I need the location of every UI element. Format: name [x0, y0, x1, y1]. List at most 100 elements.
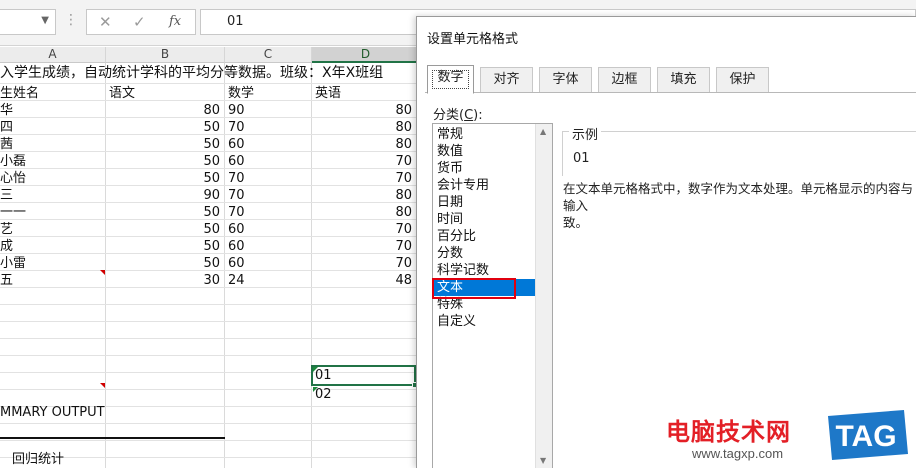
spreadsheet-grid[interactable]: 入学生成绩，自动统计学科的平均分等数据。班级：X年X班组 生姓名 语文 数学 英… [0, 63, 420, 468]
tab-protection[interactable]: 保护 [716, 67, 769, 92]
table-cell[interactable]: 70 [228, 187, 308, 204]
category-scrollbar[interactable]: ▲ ▼ [535, 124, 552, 468]
formula-bar-separator: ⋮ [64, 12, 78, 28]
category-item[interactable]: 会计专用 [434, 177, 537, 194]
sample-value: 01 [573, 151, 590, 166]
table-border [0, 437, 225, 439]
cell-d-02[interactable]: 02 [315, 386, 332, 403]
table-cell[interactable]: 60 [228, 221, 308, 238]
table-cell[interactable]: 60 [228, 136, 308, 153]
table-cell[interactable]: 80 [312, 136, 412, 153]
category-item[interactable]: 常规 [434, 126, 537, 143]
table-cell[interactable]: 60 [228, 238, 308, 255]
dialog-title: 设置单元格格式 [427, 32, 519, 47]
header-name-cell[interactable]: 生姓名 [0, 85, 39, 102]
check-icon[interactable]: ✓ [133, 13, 146, 31]
column-header-a[interactable]: A [0, 47, 106, 63]
table-cell[interactable]: 80 [312, 102, 412, 119]
table-cell[interactable]: 70 [228, 119, 308, 136]
table-cell[interactable]: 70 [312, 170, 412, 187]
name-box[interactable]: ▼ [0, 9, 56, 35]
format-cells-dialog: 设置单元格格式 数字 对齐 字体 边框 填充 保护 分类(C): 常规 数值 货币会… [416, 16, 916, 468]
table-cell[interactable]: 50 [106, 255, 220, 272]
table-cell[interactable]: 一一 [0, 204, 100, 221]
cancel-icon[interactable]: ✕ [99, 13, 112, 31]
table-cell[interactable]: 成 [0, 238, 100, 255]
table-cell[interactable]: 五 [0, 272, 100, 289]
category-item[interactable]: 自定义 [434, 313, 537, 330]
table-cell[interactable]: 30 [106, 272, 220, 289]
category-label-text: 分类( [433, 108, 465, 123]
grid-line [0, 321, 420, 322]
category-label-key: C [464, 108, 474, 123]
watermark-site-name: 电脑技术网 [666, 418, 791, 446]
category-item[interactable]: 百分比 [434, 228, 537, 245]
table-cell[interactable]: 华 [0, 102, 100, 119]
table-cell[interactable]: 90 [106, 187, 220, 204]
tab-alignment-label: 对齐 [493, 72, 520, 87]
table-cell[interactable]: 茜 [0, 136, 100, 153]
table-cell[interactable]: 70 [312, 153, 412, 170]
table-cell[interactable]: 48 [312, 272, 412, 289]
table-cell[interactable]: 70 [228, 170, 308, 187]
category-item[interactable]: 日期 [434, 194, 537, 211]
table-cell[interactable]: 70 [312, 255, 412, 272]
table-cell[interactable]: 50 [106, 153, 220, 170]
category-item[interactable]: 数值 [434, 143, 537, 160]
table-cell[interactable]: 80 [106, 102, 220, 119]
table-cell[interactable]: 小雷 [0, 255, 100, 272]
table-cell[interactable]: 70 [312, 221, 412, 238]
column-header-c[interactable]: C [225, 47, 312, 63]
table-cell[interactable]: 三 [0, 187, 100, 204]
tab-number[interactable]: 数字 [427, 65, 474, 94]
selected-cell-value: 01 [315, 368, 332, 383]
sample-label: 示例 [569, 124, 602, 143]
column-header-d[interactable]: D [312, 47, 420, 63]
summary-output-cell[interactable]: MMARY OUTPUT [0, 404, 105, 421]
category-item[interactable]: 科学记数 [434, 262, 537, 279]
scroll-down-icon[interactable]: ▼ [540, 456, 546, 465]
table-cell[interactable]: 50 [106, 170, 220, 187]
category-item[interactable]: 时间 [434, 211, 537, 228]
table-cell[interactable]: 50 [106, 119, 220, 136]
tab-border[interactable]: 边框 [598, 67, 651, 92]
table-cell[interactable]: 60 [228, 255, 308, 272]
category-item[interactable]: 货币 [434, 160, 537, 177]
table-cell[interactable]: 50 [106, 136, 220, 153]
description-line-1: 在文本单元格格式中，数字作为文本处理。单元格显示的内容与输入 [563, 181, 914, 213]
table-cell[interactable]: 50 [106, 238, 220, 255]
category-item[interactable]: 分数 [434, 245, 537, 262]
regression-label-cell[interactable]: 回归统计 [12, 451, 64, 468]
table-cell[interactable]: 24 [228, 272, 308, 289]
tab-alignment[interactable]: 对齐 [480, 67, 533, 92]
comment-indicator-icon [100, 270, 105, 275]
table-cell[interactable]: 心怡 [0, 170, 100, 187]
header-chinese-cell[interactable]: 语文 [109, 85, 135, 102]
table-cell[interactable]: 50 [106, 204, 220, 221]
table-cell[interactable]: 艺 [0, 221, 100, 238]
column-header-b[interactable]: B [106, 47, 225, 63]
table-cell[interactable]: 小磊 [0, 153, 100, 170]
tab-fill[interactable]: 填充 [657, 67, 710, 92]
table-cell[interactable]: 80 [312, 119, 412, 136]
grid-line [0, 355, 420, 356]
sheet-title-cell[interactable]: 入学生成绩，自动统计学科的平均分等数据。班级：X年X班组 [0, 65, 383, 82]
table-cell[interactable]: 80 [312, 204, 412, 221]
table-cell[interactable]: 50 [106, 221, 220, 238]
table-cell[interactable]: 四 [0, 119, 100, 136]
header-math-cell[interactable]: 数学 [228, 85, 254, 102]
grid-line [0, 440, 420, 441]
function-icon[interactable]: fx [169, 14, 181, 29]
scroll-up-icon[interactable]: ▲ [540, 127, 546, 136]
tab-font-label: 字体 [552, 72, 579, 87]
header-english-cell[interactable]: 英语 [315, 85, 341, 102]
table-cell[interactable]: 80 [312, 187, 412, 204]
tab-font[interactable]: 字体 [539, 67, 592, 92]
description-line-2: 致。 [563, 215, 589, 230]
chevron-down-icon[interactable]: ▼ [41, 15, 49, 26]
table-cell[interactable]: 60 [228, 153, 308, 170]
category-label: 分类(C): [433, 104, 483, 123]
table-cell[interactable]: 70 [312, 238, 412, 255]
table-cell[interactable]: 90 [228, 102, 308, 119]
table-cell[interactable]: 70 [228, 204, 308, 221]
